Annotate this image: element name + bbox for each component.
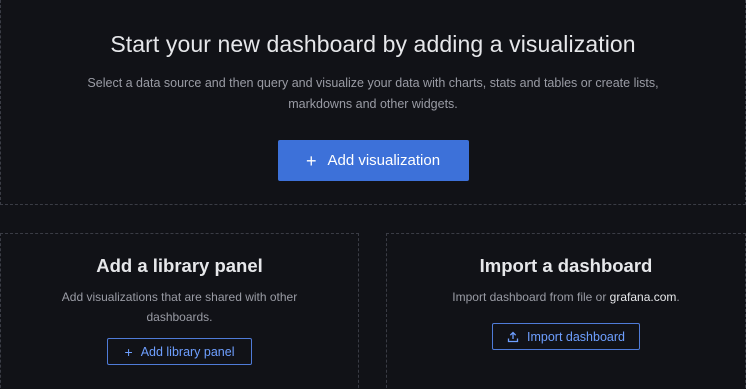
- import-description-text: Import dashboard from file or: [452, 290, 610, 304]
- add-visualization-button[interactable]: + Add visualization: [277, 140, 469, 181]
- add-library-panel-label: Add library panel: [140, 344, 235, 359]
- import-dashboard-card: Import a dashboard Import dashboard from…: [386, 233, 746, 389]
- library-panel-card: Add a library panel Add visualizations t…: [0, 233, 359, 389]
- add-visualization-section: Start your new dashboard by adding a vis…: [0, 0, 746, 205]
- add-library-panel-button[interactable]: + Add library panel: [107, 338, 252, 365]
- import-dashboard-button[interactable]: Import dashboard: [492, 323, 640, 350]
- plus-icon: +: [124, 343, 133, 360]
- add-visualization-label: Add visualization: [327, 152, 441, 169]
- hero-title: Start your new dashboard by adding a vis…: [110, 31, 636, 57]
- dashboard-empty-state: Start your new dashboard by adding a vis…: [0, 0, 746, 389]
- import-dashboard-label: Import dashboard: [527, 329, 625, 344]
- library-panel-title: Add a library panel: [96, 255, 263, 276]
- grafana-com-link[interactable]: grafana.com: [610, 290, 677, 304]
- import-dashboard-title: Import a dashboard: [479, 255, 653, 276]
- import-description-suffix: .: [676, 290, 680, 304]
- library-panel-description: Add visualizations that are shared with …: [61, 290, 298, 324]
- import-dashboard-description: Import dashboard from file or grafana.co…: [406, 287, 726, 307]
- plus-icon: +: [305, 150, 317, 171]
- hero-description: Select a data source and then query and …: [87, 76, 659, 111]
- upload-icon: [507, 331, 519, 342]
